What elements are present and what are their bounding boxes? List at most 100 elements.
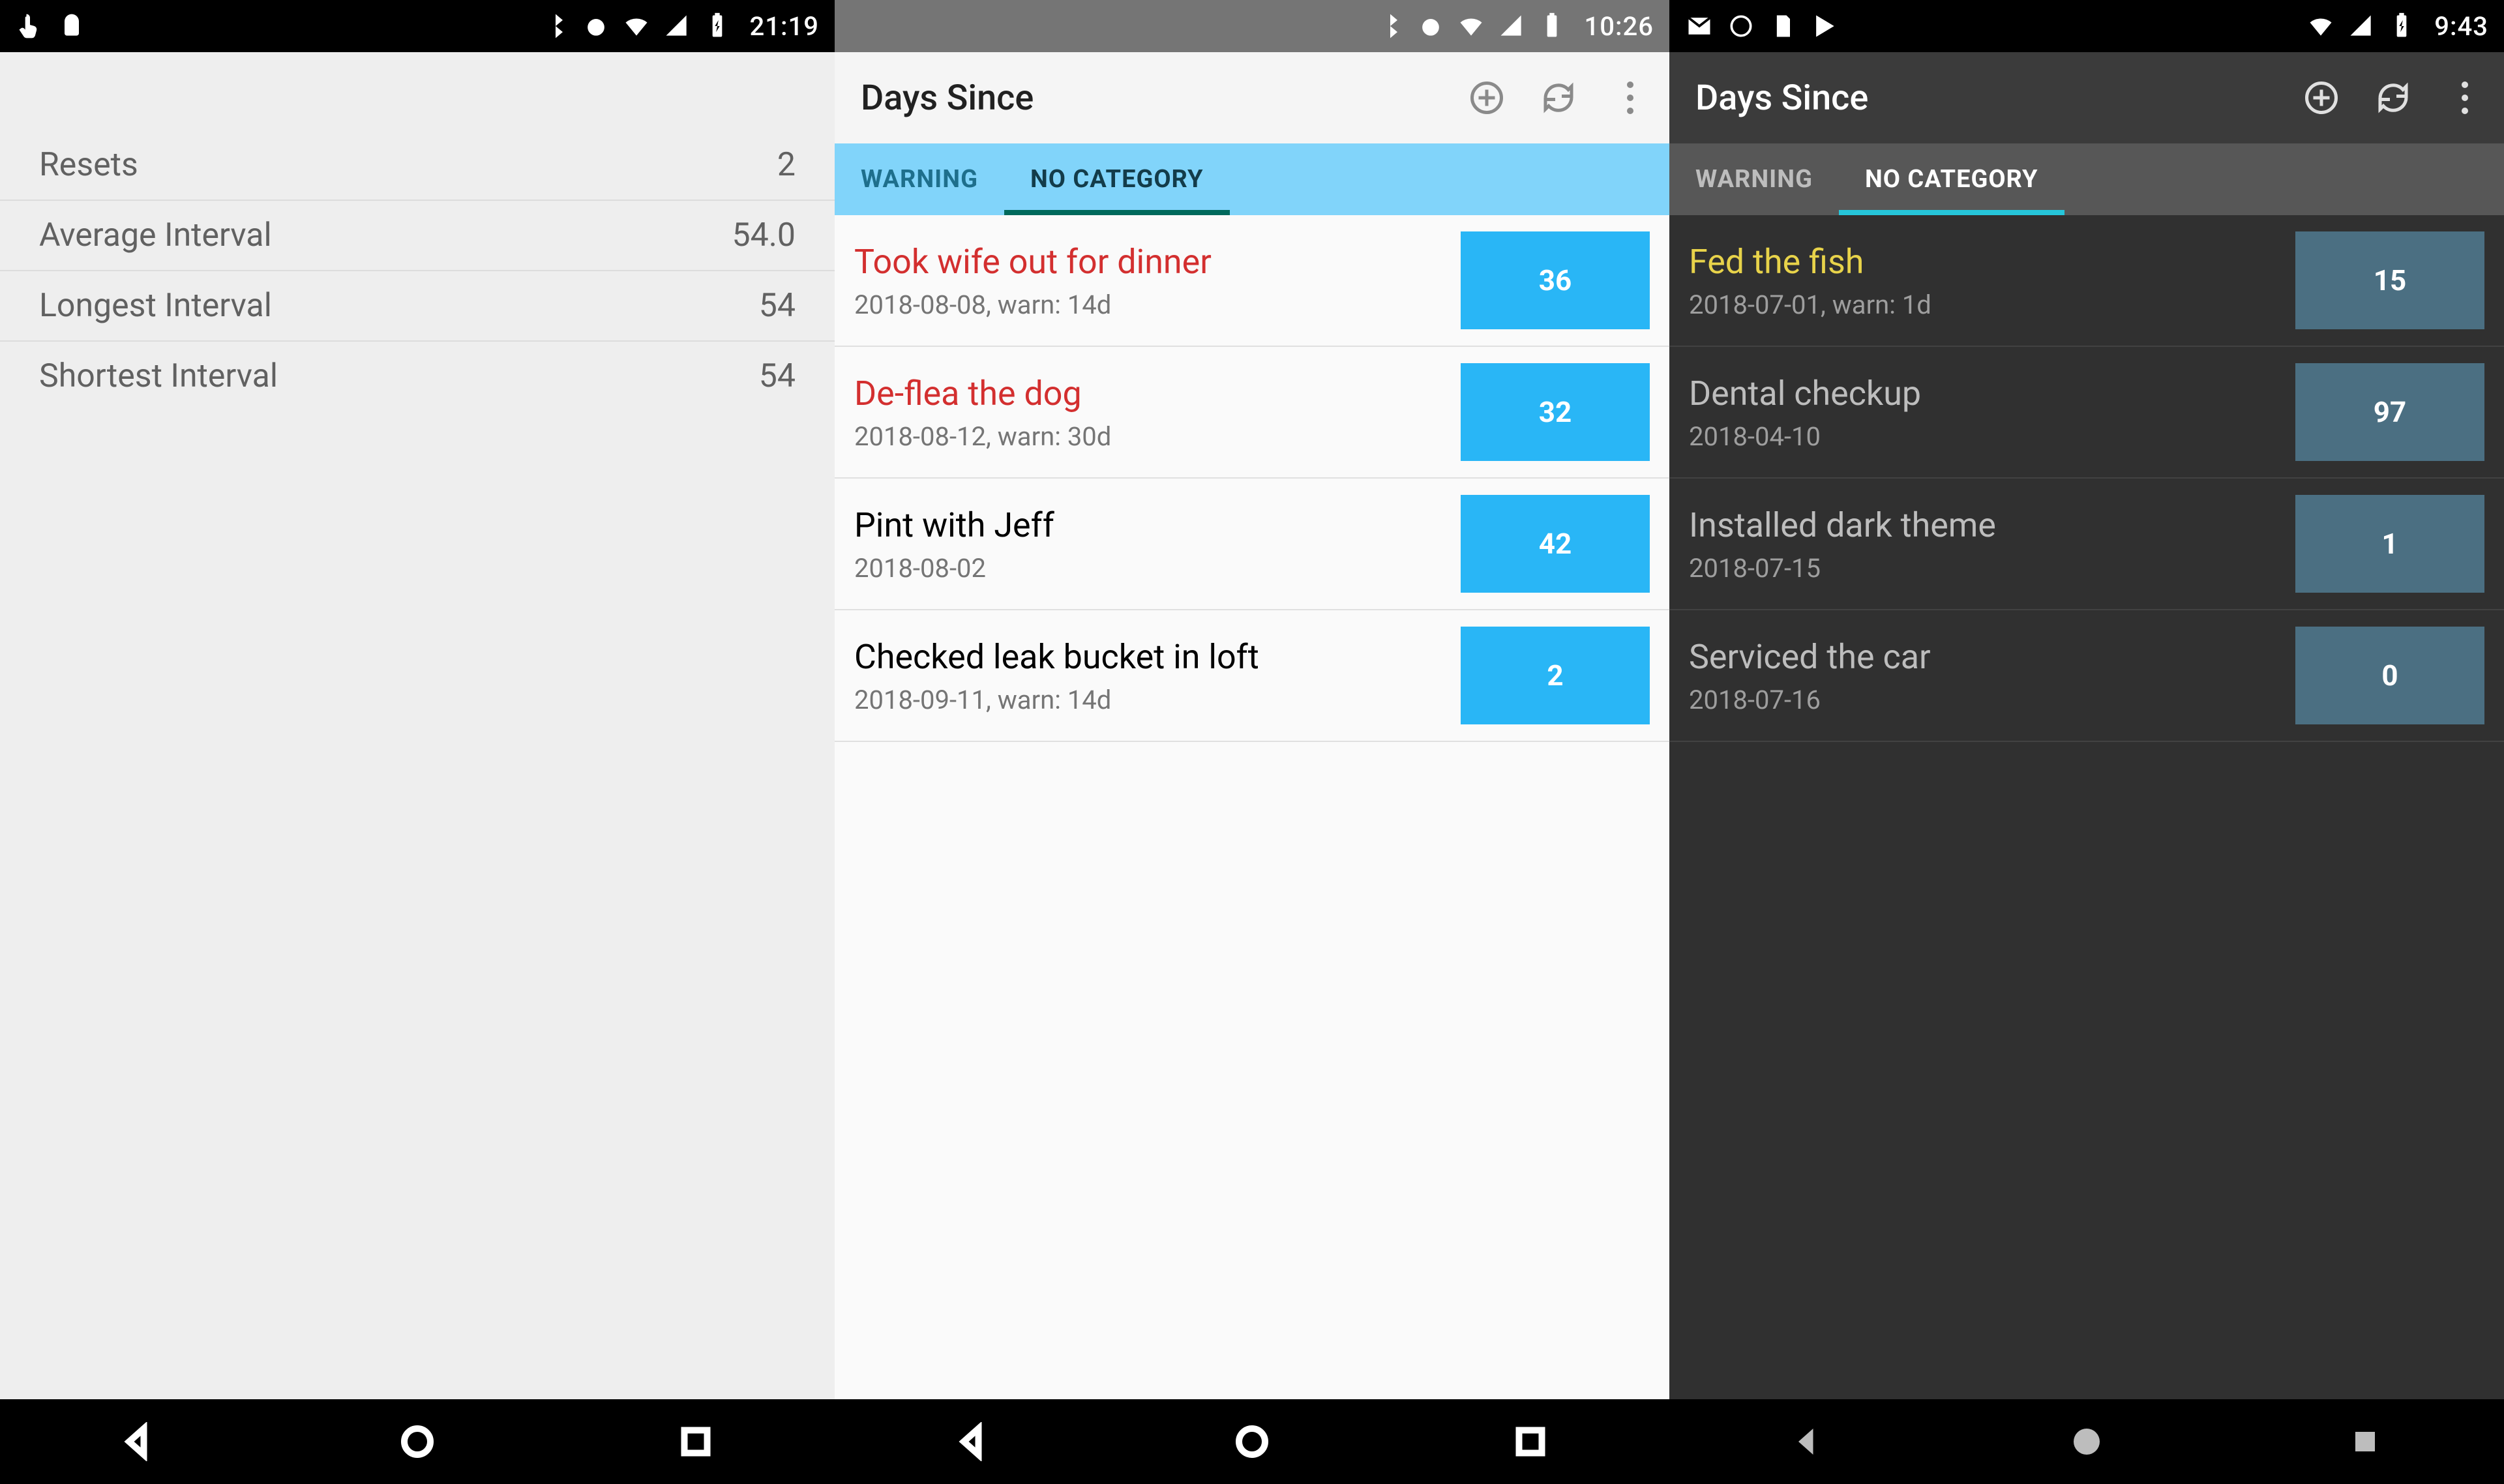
tab-warning[interactable]: WARNING [1669, 143, 1839, 215]
stat-value: 54 [759, 287, 796, 325]
stat-value: 54 [759, 357, 796, 395]
status-bar: 9:43 [1669, 0, 2504, 52]
item-title: Serviced the car [1689, 636, 2282, 678]
nav-back[interactable] [1782, 1416, 1834, 1468]
overflow-menu[interactable] [1611, 78, 1650, 117]
app-bar: Days Since [835, 52, 1669, 143]
days-badge[interactable]: 0 [2295, 627, 2484, 724]
stat-value: 2 [777, 146, 796, 184]
stat-row: Longest Interval 54 [0, 271, 835, 342]
item-subtitle: 2018-09-11, warn: 14d [854, 685, 1448, 715]
days-badge[interactable]: 42 [1461, 495, 1650, 593]
nav-home[interactable] [1226, 1416, 1278, 1468]
list-item[interactable]: Dental checkup 2018-04-10 97 [1669, 347, 2504, 479]
days-badge[interactable]: 1 [2295, 495, 2484, 593]
list-item[interactable]: Pint with Jeff 2018-08-02 42 [835, 479, 1669, 610]
list-item[interactable]: De-flea the dog 2018-08-12, warn: 30d 32 [835, 347, 1669, 479]
phone-light: 10:26 Days Since WARNING NO CATEGORY Too… [835, 0, 1669, 1484]
list-item[interactable]: Checked leak bucket in loft 2018-09-11, … [835, 610, 1669, 742]
app-title: Days Since [1695, 78, 1868, 119]
stats-panel: Resets 2 Average Interval 54.0 Longest I… [0, 52, 835, 1399]
tab-no-category[interactable]: NO CATEGORY [1839, 143, 2064, 215]
battery-charging-icon [2387, 12, 2416, 40]
wifi-icon [2306, 12, 2335, 40]
list-item[interactable]: Installed dark theme 2018-07-15 1 [1669, 479, 2504, 610]
stat-value: 54.0 [732, 216, 796, 254]
days-badge[interactable]: 36 [1461, 231, 1650, 329]
nav-back[interactable] [947, 1416, 1000, 1468]
battery-charging-icon [703, 12, 732, 40]
alarm-icon [1416, 12, 1445, 40]
app-bar: Days Since [1669, 52, 2504, 143]
status-bar: 21:19 [0, 0, 835, 52]
item-subtitle: 2018-08-02 [854, 553, 1448, 584]
wifi-icon [1457, 12, 1485, 40]
battery-icon [1538, 12, 1566, 40]
nav-recent[interactable] [1504, 1416, 1557, 1468]
refresh-button[interactable] [1539, 78, 1578, 117]
status-time: 21:19 [750, 11, 819, 42]
stat-row: Resets 2 [0, 130, 835, 201]
item-subtitle: 2018-08-08, warn: 14d [854, 289, 1448, 320]
nav-back[interactable] [113, 1416, 165, 1468]
list-item[interactable]: Fed the fish 2018-07-01, warn: 1d 15 [1669, 215, 2504, 347]
nav-bar [1669, 1399, 2504, 1484]
app-title: Days Since [861, 78, 1034, 119]
nav-home[interactable] [391, 1416, 443, 1468]
item-title: Dental checkup [1689, 372, 2282, 415]
item-title: Installed dark theme [1689, 504, 2282, 546]
signal-icon [2347, 12, 2376, 40]
gmail-icon [1685, 12, 1714, 40]
play-icon [1810, 12, 1839, 40]
nav-bar [835, 1399, 1669, 1484]
item-title: Pint with Jeff [854, 504, 1448, 546]
nav-bar [0, 1399, 835, 1484]
days-badge[interactable]: 32 [1461, 363, 1650, 461]
phone-dark: 9:43 Days Since WARNING NO CATEGORY Fed … [1669, 0, 2504, 1484]
task-list: Took wife out for dinner 2018-08-08, war… [835, 215, 1669, 1399]
add-button[interactable] [2302, 78, 2341, 117]
task-list: Fed the fish 2018-07-01, warn: 1d 15 Den… [1669, 215, 2504, 1399]
sd-icon [1768, 12, 1797, 40]
tab-no-category[interactable]: NO CATEGORY [1004, 143, 1230, 215]
signal-icon [1497, 12, 1526, 40]
item-title: Took wife out for dinner [854, 241, 1448, 283]
item-subtitle: 2018-07-01, warn: 1d [1689, 289, 2282, 320]
signal-icon [663, 12, 691, 40]
item-title: Checked leak bucket in loft [854, 636, 1448, 678]
overflow-menu[interactable] [2445, 78, 2484, 117]
refresh-button[interactable] [2374, 78, 2413, 117]
item-title: De-flea the dog [854, 372, 1448, 415]
stat-row: Shortest Interval 54 [0, 342, 835, 411]
list-item[interactable]: Took wife out for dinner 2018-08-08, war… [835, 215, 1669, 347]
stat-label: Longest Interval [39, 287, 272, 325]
circle-icon [1727, 12, 1755, 40]
days-badge[interactable]: 97 [2295, 363, 2484, 461]
status-time: 9:43 [2434, 11, 2488, 42]
bluetooth-icon [541, 12, 570, 40]
days-badge[interactable]: 2 [1461, 627, 1650, 724]
bluetooth-icon [1376, 12, 1405, 40]
tab-bar: WARNING NO CATEGORY [835, 143, 1669, 215]
android-icon [57, 12, 86, 40]
wifi-icon [622, 12, 651, 40]
tab-warning[interactable]: WARNING [835, 143, 1004, 215]
stat-label: Average Interval [39, 216, 272, 254]
nav-recent[interactable] [2339, 1416, 2391, 1468]
days-badge[interactable]: 15 [2295, 231, 2484, 329]
alarm-icon [582, 12, 610, 40]
status-bar: 10:26 [835, 0, 1669, 52]
touch-icon [16, 12, 44, 40]
item-subtitle: 2018-08-12, warn: 30d [854, 421, 1448, 452]
add-button[interactable] [1467, 78, 1506, 117]
stat-row: Average Interval 54.0 [0, 201, 835, 271]
stat-label: Shortest Interval [39, 357, 278, 395]
nav-home[interactable] [2061, 1416, 2113, 1468]
nav-recent[interactable] [670, 1416, 722, 1468]
stat-label: Resets [39, 146, 138, 184]
item-subtitle: 2018-07-16 [1689, 685, 2282, 715]
list-item[interactable]: Serviced the car 2018-07-16 0 [1669, 610, 2504, 742]
tab-bar: WARNING NO CATEGORY [1669, 143, 2504, 215]
phone-stats: 21:19 Resets 2 Average Interval 54.0 Lon… [0, 0, 835, 1484]
item-subtitle: 2018-04-10 [1689, 421, 2282, 452]
